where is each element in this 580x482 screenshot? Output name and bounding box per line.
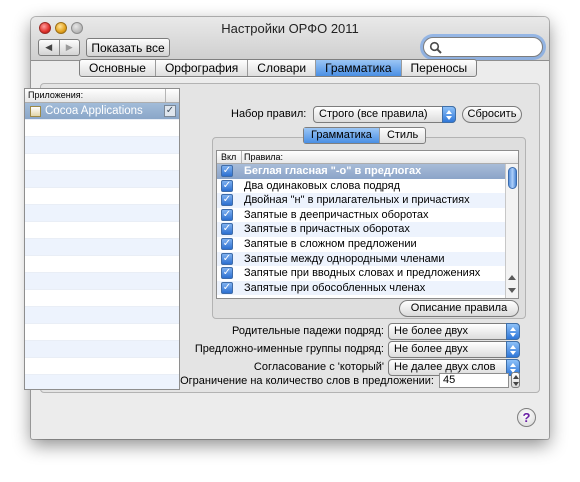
rules-subtabs: Грамматика Стиль bbox=[303, 127, 427, 144]
word-limit-field[interactable]: 45 bbox=[439, 373, 509, 388]
preferences-tabs: Основные Орфография Словари Грамматика П… bbox=[79, 59, 478, 77]
prepositional-select[interactable]: Не более двух bbox=[388, 341, 520, 358]
genitive-select[interactable]: Не более двух bbox=[388, 323, 520, 340]
prepositional-label: Предложно-именные группы подряд: bbox=[194, 343, 384, 355]
table-row[interactable]: ✓ Запятые при вводных словах и предложени… bbox=[217, 266, 518, 281]
chevron-updown-icon bbox=[442, 106, 456, 123]
applications-list: Приложения: Cocoa Applications ✓ bbox=[24, 88, 180, 390]
back-arrow-icon[interactable]: ◀ bbox=[39, 40, 59, 55]
scrollbar-thumb[interactable] bbox=[508, 167, 517, 189]
rule-checkbox[interactable]: ✓ bbox=[221, 194, 233, 207]
tab-grammar[interactable]: Грамматика bbox=[316, 60, 402, 76]
rule-label: Запятые при вводных словах и предложения… bbox=[244, 267, 481, 280]
empty-row bbox=[25, 273, 179, 290]
rules-table-body: ✓ Беглая гласная "-о" в предлогах ✓ Два од… bbox=[217, 164, 518, 296]
table-row[interactable]: ✓ Запятые при обособленных членах bbox=[217, 280, 518, 296]
rule-checkbox[interactable]: ✓ bbox=[221, 165, 233, 177]
tab-hyphenation[interactable]: Переносы bbox=[402, 60, 477, 76]
ruleset-label: Набор правил: bbox=[231, 108, 307, 120]
table-row[interactable]: ✓ Запятые в причастных оборотах bbox=[217, 222, 518, 237]
ruleset-select[interactable]: Строго (все правила) bbox=[313, 106, 456, 123]
rule-label: Запятые в причастных оборотах bbox=[244, 223, 410, 236]
chevron-updown-icon bbox=[506, 323, 520, 340]
subtab-grammar[interactable]: Грамматика bbox=[304, 128, 379, 143]
empty-row bbox=[25, 324, 179, 341]
prepositional-value: Не более двух bbox=[394, 343, 469, 355]
empty-row bbox=[25, 239, 179, 256]
empty-row bbox=[25, 256, 179, 273]
empty-row bbox=[25, 188, 179, 205]
empty-row bbox=[25, 341, 179, 358]
table-row[interactable]: ✓ Беглая гласная "-о" в предлогах bbox=[217, 164, 518, 179]
table-row[interactable]: ✓ Запятые в сложном предложении bbox=[217, 237, 518, 252]
scroll-down-arrow-icon[interactable] bbox=[508, 288, 516, 293]
empty-row bbox=[25, 205, 179, 222]
word-limit-label: Ограничение на количество слов в предлож… bbox=[180, 375, 434, 387]
table-row[interactable]: ✓ Двойная "н" в прилагательных и причасти… bbox=[217, 193, 518, 208]
list-item[interactable]: Cocoa Applications ✓ bbox=[25, 103, 179, 120]
rule-label: Запятые между однородными членами bbox=[244, 252, 445, 265]
empty-row bbox=[25, 375, 179, 389]
empty-row bbox=[25, 307, 179, 324]
reset-button[interactable]: Сбросить bbox=[462, 106, 522, 123]
rule-checkbox[interactable]: ✓ bbox=[221, 208, 233, 221]
table-row[interactable]: ✓ Запятые в деепричастных оборотах bbox=[217, 208, 518, 223]
rule-checkbox[interactable]: ✓ bbox=[221, 237, 233, 250]
rule-label: Запятые при обособленных членах bbox=[244, 281, 426, 294]
table-row[interactable]: ✓ Два одинаковых слова подряд bbox=[217, 179, 518, 194]
rules-table-header: Вкл Правила: bbox=[217, 151, 518, 164]
window-title: Настройки ОРФО 2011 bbox=[221, 21, 359, 36]
column-header-rules[interactable]: Правила: bbox=[244, 151, 283, 163]
tab-main[interactable]: Основные bbox=[80, 60, 156, 76]
tab-dictionaries[interactable]: Словари bbox=[248, 60, 317, 76]
applications-list-header: Приложения: bbox=[25, 89, 179, 103]
rule-label: Двойная "н" в прилагательных и причастия… bbox=[244, 194, 470, 207]
table-row[interactable]: ✓ Запятые между однородными членами bbox=[217, 251, 518, 267]
forward-arrow-icon[interactable]: ▶ bbox=[58, 40, 80, 55]
tab-spelling[interactable]: Орфография bbox=[156, 60, 249, 76]
rule-label: Два одинаковых слова подряд bbox=[244, 179, 401, 192]
rule-label: Запятые в сложном предложении bbox=[244, 237, 417, 250]
rule-checkbox[interactable]: ✓ bbox=[221, 267, 233, 280]
scroll-up-arrow-icon[interactable] bbox=[508, 275, 516, 280]
rule-checkbox[interactable]: ✓ bbox=[221, 179, 233, 192]
subtab-style[interactable]: Стиль bbox=[378, 128, 425, 143]
rules-table: Вкл Правила: ✓ Беглая гласная "-о" в пред… bbox=[216, 150, 519, 299]
application-icon bbox=[30, 106, 41, 117]
empty-row bbox=[25, 290, 179, 307]
empty-row bbox=[25, 222, 179, 239]
empty-row bbox=[25, 120, 179, 137]
chevron-updown-icon bbox=[506, 341, 520, 358]
empty-row bbox=[25, 358, 179, 375]
rule-checkbox[interactable]: ✓ bbox=[221, 281, 233, 294]
column-header-enabled[interactable]: Вкл bbox=[221, 151, 236, 163]
search-icon bbox=[429, 41, 442, 54]
rule-label: Беглая гласная "-о" в предлогах bbox=[244, 165, 422, 177]
rule-description-button[interactable]: Описание правила bbox=[399, 300, 519, 317]
rules-scrollbar[interactable] bbox=[505, 164, 518, 298]
genitive-label: Родительные падежи подряд: bbox=[232, 325, 384, 337]
application-label: Cocoa Applications bbox=[45, 105, 143, 117]
empty-row bbox=[25, 171, 179, 188]
agreement-value: Не далее двух слов bbox=[394, 361, 496, 373]
application-checkbox[interactable]: ✓ bbox=[164, 105, 176, 117]
rule-checkbox[interactable]: ✓ bbox=[221, 252, 233, 265]
search-input[interactable] bbox=[423, 37, 543, 57]
word-limit-stepper[interactable] bbox=[511, 372, 520, 388]
show-all-button[interactable]: Показать все bbox=[86, 38, 170, 57]
rule-checkbox[interactable]: ✓ bbox=[221, 223, 233, 236]
rule-label: Запятые в деепричастных оборотах bbox=[244, 208, 429, 221]
help-button[interactable]: ? bbox=[517, 408, 536, 427]
titlebar: Настройки ОРФО 2011 ◀ ▶ Показать все bbox=[31, 17, 549, 61]
empty-row bbox=[25, 137, 179, 154]
ruleset-value: Строго (все правила) bbox=[319, 108, 428, 120]
agreement-label: Согласование с 'который' bbox=[253, 361, 384, 373]
genitive-value: Не более двух bbox=[394, 325, 469, 337]
empty-row bbox=[25, 154, 179, 171]
back-forward-control: ◀ ▶ bbox=[38, 39, 80, 56]
